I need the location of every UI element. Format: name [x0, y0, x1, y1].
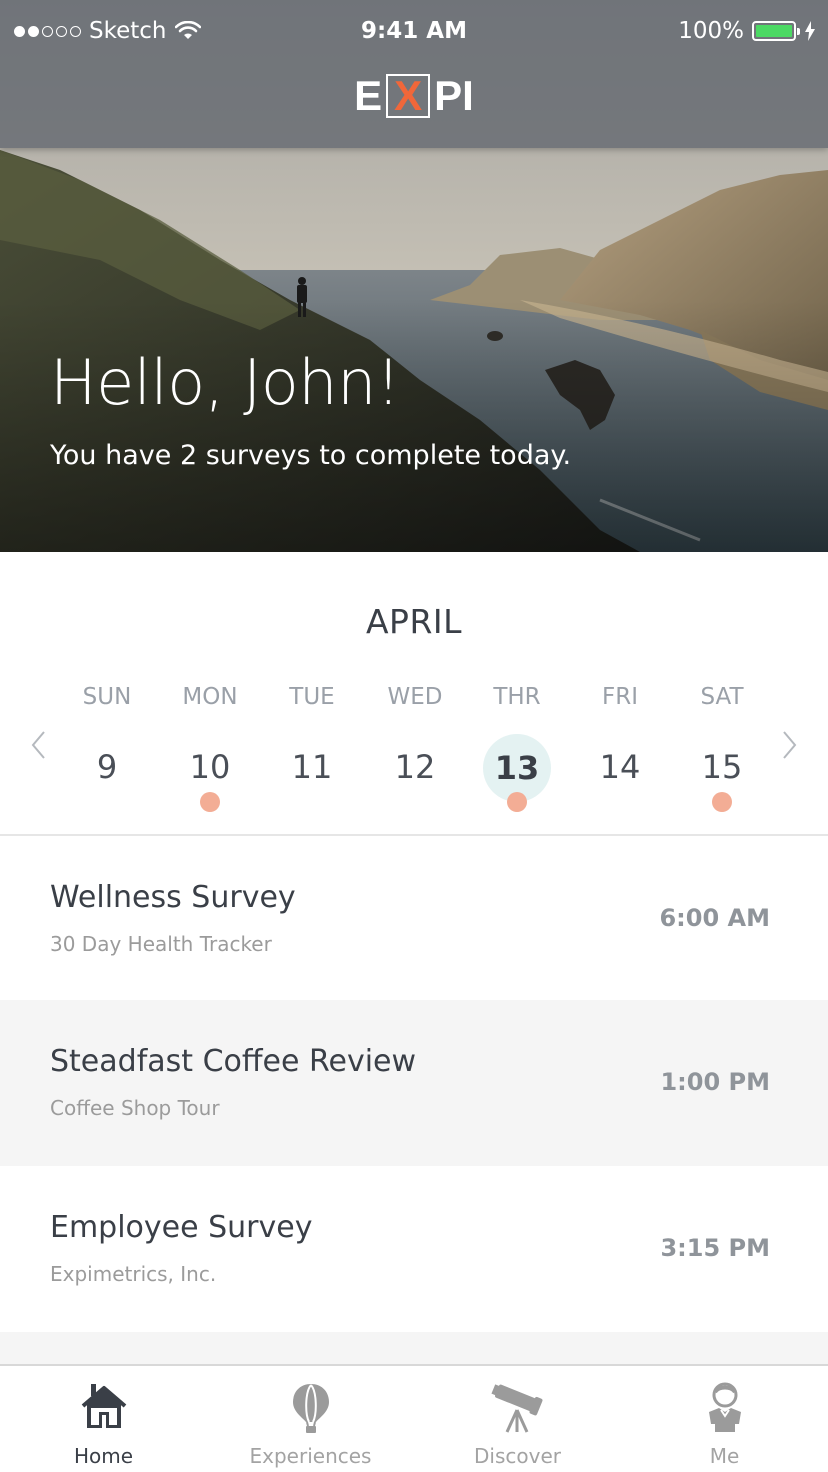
- tab-label: Experiences: [249, 1444, 372, 1468]
- tab-label: Me: [709, 1444, 740, 1468]
- survey-subtitle: 30 Day Health Tracker: [50, 932, 272, 956]
- tab-label: Home: [73, 1444, 134, 1468]
- survey-subtitle: Coffee Shop Tour: [50, 1096, 220, 1120]
- survey-item[interactable]: Wellness Survey 30 Day Health Tracker 6:…: [0, 836, 828, 1002]
- house-icon: [81, 1384, 126, 1428]
- day-number: 12: [394, 748, 436, 786]
- hero-banner: Sketch 9:41 AM 100% E X PI Hello, John! …: [0, 0, 828, 552]
- survey-title: Wellness Survey: [50, 880, 296, 915]
- day-number: 15: [701, 748, 743, 786]
- survey-time: 3:15 PM: [660, 1234, 770, 1262]
- survey-title: Steadfast Coffee Review: [50, 1044, 417, 1079]
- tab-label: Discover: [474, 1444, 561, 1468]
- survey-item[interactable]: Steadfast Coffee Review Coffee Shop Tour…: [0, 1000, 828, 1166]
- day-number: 10: [189, 748, 231, 786]
- event-indicator-dot: [200, 792, 220, 812]
- telescope-icon: [490, 1384, 542, 1433]
- day-name: WED: [387, 684, 443, 710]
- logo-letter-x: X: [386, 74, 431, 118]
- battery-icon: [752, 21, 800, 41]
- greeting-subtitle: You have 2 surveys to complete today.: [50, 440, 572, 471]
- logo-letter-e: E: [354, 72, 383, 119]
- list-footer-space: [0, 1332, 828, 1364]
- greeting-heading: Hello, John!: [50, 346, 401, 419]
- survey-title: Employee Survey: [50, 1210, 313, 1245]
- tab-me[interactable]: Me: [621, 1366, 828, 1472]
- hot-air-balloon-icon: [292, 1384, 329, 1433]
- tab-experiences[interactable]: Experiences: [207, 1366, 414, 1472]
- day-name: SAT: [700, 684, 744, 710]
- next-week-button[interactable]: [774, 728, 804, 762]
- day-name: TUE: [289, 684, 335, 710]
- status-bar: Sketch 9:41 AM 100%: [0, 0, 828, 66]
- survey-time: 1:00 PM: [660, 1068, 770, 1096]
- chevron-right-icon: [783, 731, 797, 759]
- day-name: FRI: [602, 684, 638, 710]
- tab-bar: Home Experiences Discover Me: [0, 1364, 828, 1472]
- tab-discover[interactable]: Discover: [414, 1366, 621, 1472]
- day-name: SUN: [82, 684, 132, 710]
- chevron-left-icon: [31, 731, 45, 759]
- day-number: 9: [96, 748, 118, 786]
- month-label: APRIL: [365, 602, 463, 641]
- survey-item[interactable]: Employee Survey Expimetrics, Inc. 3:15 P…: [0, 1166, 828, 1332]
- survey-subtitle: Expimetrics, Inc.: [50, 1262, 217, 1286]
- logo-letters-pi: PI: [434, 72, 474, 119]
- user-avatar-icon: [708, 1382, 741, 1432]
- day-name: THR: [493, 684, 541, 710]
- charging-bolt-icon: [805, 21, 815, 41]
- survey-time: 6:00 AM: [659, 904, 770, 932]
- day-number: 14: [599, 748, 641, 786]
- expi-logo: E X PI: [0, 74, 828, 118]
- event-indicator-dot: [507, 792, 527, 812]
- prev-week-button[interactable]: [24, 728, 54, 762]
- day-name: MON: [182, 684, 238, 710]
- tab-home[interactable]: Home: [0, 1366, 207, 1472]
- battery-status: 100%: [678, 18, 816, 44]
- event-indicator-dot: [712, 792, 732, 812]
- day-number: 11: [291, 748, 333, 786]
- battery-percent: 100%: [678, 18, 744, 44]
